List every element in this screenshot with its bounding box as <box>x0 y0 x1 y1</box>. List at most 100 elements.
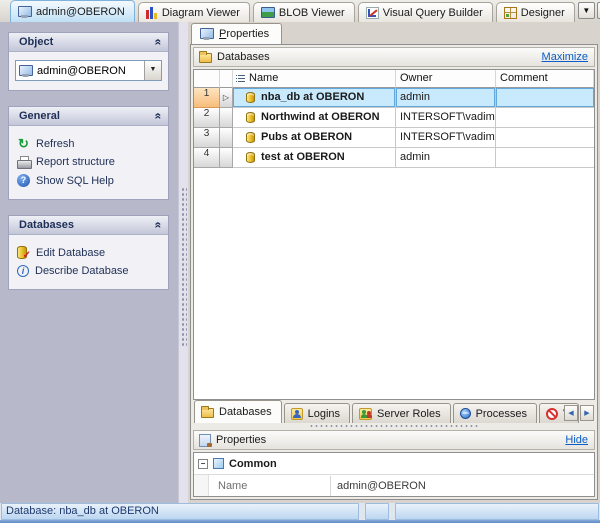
general-panel-body: Refresh Report structure Show SQL Help <box>9 126 168 199</box>
tab-designer[interactable]: Designer <box>496 2 575 22</box>
cell-name[interactable]: Pubs at OBERON <box>233 128 396 148</box>
sidebar-item-show-sql-help[interactable]: Show SQL Help <box>15 171 162 190</box>
object-selector[interactable]: admin@OBERON <box>15 60 162 81</box>
database-icon <box>246 152 255 163</box>
cell-name[interactable]: Northwind at OBERON <box>233 108 396 128</box>
table-row[interactable]: 1 nba_db at OBERON admin <box>194 88 594 108</box>
section-title: Properties <box>216 434 266 446</box>
row-number: 4 <box>194 148 220 168</box>
property-value[interactable]: admin@OBERON <box>331 476 594 496</box>
monitor-icon <box>19 65 33 77</box>
tab-list-dropdown-button[interactable]: ▼ <box>578 2 595 19</box>
printer-icon <box>17 156 30 168</box>
status-segment <box>365 503 389 520</box>
databases-panel-header[interactable]: Databases <box>9 216 168 235</box>
collapse-minus-icon[interactable] <box>198 459 208 469</box>
databases-panel-body: Edit Database Describe Database <box>9 235 168 289</box>
sidebar-item-label: Describe Database <box>35 265 129 277</box>
row-number-header <box>194 70 220 88</box>
column-header-comment[interactable]: Comment <box>496 70 594 88</box>
cell-comment[interactable] <box>496 108 594 128</box>
dropdown-arrow-button[interactable] <box>144 61 161 80</box>
sidebar-item-edit-database[interactable]: Edit Database <box>15 243 162 262</box>
user-icon <box>291 408 303 420</box>
hide-link[interactable]: Hide <box>565 434 588 446</box>
vertical-splitter[interactable] <box>178 22 188 503</box>
cell-comment[interactable] <box>496 88 594 108</box>
image-icon <box>261 7 275 18</box>
sidebar: Object admin@OBERON General <box>0 22 178 503</box>
group-title: Common <box>229 458 277 470</box>
cell-owner[interactable]: INTERSOFT\vadim <box>396 108 496 128</box>
row-indicator-header <box>220 70 233 88</box>
fields-icon <box>236 74 245 84</box>
collapse-chevron-icon[interactable] <box>154 222 164 229</box>
properties-tab-content: Databases Maximize Name Owner Comment <box>190 44 598 500</box>
sidebar-item-label: Show SQL Help <box>36 175 114 187</box>
folder-icon <box>199 53 212 63</box>
cell-owner[interactable]: admin <box>396 148 496 168</box>
row-number: 2 <box>194 108 220 128</box>
category-tab-databases[interactable]: Databases <box>194 400 282 423</box>
app-window: admin@OBERON Diagram Viewer BLOB Viewer … <box>0 0 600 523</box>
sidebar-item-report-structure[interactable]: Report structure <box>15 153 162 171</box>
splitter-grip[interactable] <box>309 424 479 429</box>
folder-icon <box>201 408 214 418</box>
panel-title: General <box>19 110 60 122</box>
grid-header-row: Name Owner Comment <box>194 70 594 88</box>
maximize-link[interactable]: Maximize <box>542 51 588 63</box>
cell-owner[interactable]: admin <box>396 88 496 108</box>
tab-label: Properties <box>219 28 269 40</box>
property-label: Name <box>209 476 331 496</box>
collapse-chevron-icon[interactable] <box>154 113 164 120</box>
bar-chart-icon <box>146 7 158 19</box>
status-database-text: Database: nba_db at OBERON <box>1 503 359 520</box>
table-row[interactable]: 3 Pubs at OBERON INTERSOFT\vadim <box>194 128 594 148</box>
tab-properties[interactable]: Properties <box>191 23 282 44</box>
content-area: Object admin@OBERON General <box>0 22 600 503</box>
cell-name[interactable]: nba_db at OBERON <box>233 88 396 108</box>
database-icon <box>246 132 255 143</box>
tab-blob-viewer[interactable]: BLOB Viewer <box>253 2 355 22</box>
tab-label: admin@OBERON <box>36 6 125 18</box>
properties-grid: Common Name admin@OBERON <box>193 452 595 497</box>
cell-comment[interactable] <box>496 128 594 148</box>
status-segment <box>395 503 599 520</box>
column-header-owner[interactable]: Owner <box>396 70 496 88</box>
general-panel-header[interactable]: General <box>9 107 168 126</box>
tab-label: Logins <box>308 408 340 420</box>
category-tab-processes[interactable]: Processes <box>453 403 537 423</box>
monitor-icon <box>200 28 214 40</box>
horizontal-splitter[interactable] <box>193 423 595 430</box>
column-header-name[interactable]: Name <box>233 70 396 88</box>
properties-icon <box>199 434 211 447</box>
tab-label: BLOB Viewer <box>279 7 345 19</box>
panel-title: Object <box>19 36 53 48</box>
category-tab-server-roles[interactable]: Server Roles <box>352 403 451 423</box>
page-icon <box>213 458 224 469</box>
query-chart-icon <box>366 7 379 19</box>
splitter-grip[interactable] <box>181 187 187 347</box>
tab-diagram-viewer[interactable]: Diagram Viewer <box>138 2 250 22</box>
collapse-chevron-icon[interactable] <box>154 39 164 46</box>
object-panel-header[interactable]: Object <box>9 33 168 52</box>
category-scroll-right-button[interactable]: ▶ <box>580 405 594 421</box>
sidebar-item-describe-database[interactable]: Describe Database <box>15 262 162 280</box>
top-tab-bar: admin@OBERON Diagram Viewer BLOB Viewer … <box>0 0 600 22</box>
cell-comment[interactable] <box>496 148 594 168</box>
help-icon <box>17 174 30 187</box>
cell-name[interactable]: test at OBERON <box>233 148 396 168</box>
cell-owner[interactable]: INTERSOFT\vadim <box>396 128 496 148</box>
table-row[interactable]: 4 test at OBERON admin <box>194 148 594 168</box>
refresh-icon <box>17 137 30 150</box>
database-icon <box>246 112 255 123</box>
section-title: Databases <box>217 51 270 63</box>
tab-visual-query-builder[interactable]: Visual Query Builder <box>358 2 493 22</box>
current-row-indicator-icon <box>223 93 229 102</box>
table-row[interactable]: 2 Northwind at OBERON INTERSOFT\vadim <box>194 108 594 128</box>
category-scroll-left-button[interactable]: ◀ <box>564 405 578 421</box>
tab-admin-oberon[interactable]: admin@OBERON <box>10 0 135 22</box>
sidebar-item-refresh[interactable]: Refresh <box>15 134 162 153</box>
category-tab-logins[interactable]: Logins <box>284 403 350 423</box>
row-number: 1 <box>194 88 220 108</box>
